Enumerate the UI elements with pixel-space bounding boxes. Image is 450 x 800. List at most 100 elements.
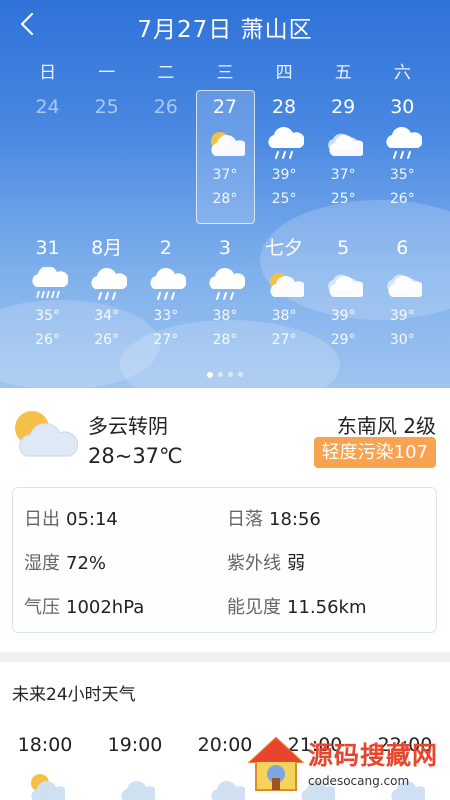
- low-temp: 27°: [271, 332, 297, 348]
- cloudy-icon: [95, 768, 175, 800]
- detail-label: 湿度: [24, 553, 60, 574]
- weekday-label: 二: [157, 63, 175, 83]
- header: 7月27日 萧山区: [0, 6, 450, 43]
- day-number: 26: [153, 96, 178, 118]
- hour-time: 19:00: [107, 734, 163, 756]
- day-number: 29: [331, 96, 356, 118]
- calendar-day[interactable]: 6 39° 30°: [373, 234, 432, 352]
- detail-label: 日出: [24, 509, 60, 530]
- humidity-detail: 湿度 72%: [24, 549, 106, 575]
- calendar-day[interactable]: 七夕 38° 27°: [255, 234, 314, 352]
- day-number: 七夕: [265, 237, 304, 259]
- page-indicator[interactable]: [0, 371, 450, 378]
- calendar-day[interactable]: 24: [18, 93, 77, 211]
- rain-icon: [373, 125, 432, 163]
- hourly-item[interactable]: 19:00: [95, 734, 175, 800]
- hourly-item[interactable]: 18:00: [5, 734, 85, 800]
- high-temp: 39°: [271, 167, 297, 183]
- watermark-url: codesocang.com: [308, 774, 410, 788]
- detail-value: 18:56: [269, 509, 321, 530]
- calendar-day[interactable]: 29 37° 25°: [314, 93, 373, 211]
- detail-value: 1002hPa: [66, 597, 145, 618]
- calendar-week-row: 24 25 26 27 37° 28° 28 39° 25° 29 37° 25° 30 35° 26°: [18, 93, 432, 211]
- day-number: 27: [212, 96, 238, 118]
- sunset-detail: 日落 18:56: [227, 505, 321, 531]
- partly-cloudy-icon: [255, 266, 314, 304]
- partly-cloudy-icon: [5, 768, 85, 800]
- uv-detail: 紫外线弱: [227, 549, 305, 575]
- low-temp: 28°: [212, 332, 238, 348]
- calendar-day[interactable]: 8月 34° 26°: [77, 234, 136, 352]
- calendar-day[interactable]: 28 39° 25°: [255, 93, 314, 211]
- calendar-week-row: 31 35° 26° 8月 34° 26° 2 33° 27° 3 38° 28° 七夕 38° 27° 5 3…: [18, 234, 432, 352]
- low-temp: 27°: [153, 332, 179, 348]
- page-dot: [238, 372, 243, 377]
- high-temp: 37°: [330, 167, 356, 183]
- condition-text: 多云转阴: [88, 414, 168, 438]
- rain-icon: [195, 266, 254, 304]
- low-temp: 25°: [271, 191, 297, 207]
- cloudy-icon: [373, 266, 432, 304]
- pressure-detail: 气压 1002hPa: [24, 593, 144, 619]
- sunrise-detail: 日出 05:14: [24, 505, 118, 531]
- detail-value: 11.56km: [287, 597, 367, 618]
- calendar-panel: 7月27日 萧山区 日 一 二 三 四 五 六 24 25 26 27 37° 28° 28…: [0, 0, 450, 388]
- day-number: 5: [337, 237, 350, 259]
- day-number: 8月: [91, 237, 123, 259]
- high-temp: 34°: [94, 308, 120, 324]
- day-number: 30: [390, 96, 415, 118]
- high-temp: 39°: [330, 308, 356, 324]
- day-number: 24: [35, 96, 60, 118]
- calendar-day[interactable]: 5 39° 29°: [314, 234, 373, 352]
- low-temp: 26°: [35, 332, 60, 348]
- detail-value: 05:14: [66, 509, 118, 530]
- detail-value: 弱: [287, 553, 305, 574]
- weekday-label: 四: [275, 63, 293, 83]
- detail-label: 日落: [227, 509, 263, 530]
- calendar-day[interactable]: 3 38° 28°: [195, 234, 254, 352]
- calendar-day[interactable]: 25: [77, 93, 136, 211]
- detail-label: 气压: [24, 597, 60, 618]
- page-dot: [218, 372, 223, 377]
- detail-label: 紫外线: [227, 553, 281, 574]
- high-temp: 38°: [271, 308, 297, 324]
- weather-details-card: 日出 05:14 日落 18:56 湿度 72% 紫外线弱 气压 1002hPa 能见度…: [12, 487, 437, 633]
- low-temp: 29°: [330, 332, 356, 348]
- day-number: 2: [159, 237, 172, 259]
- day-number: 6: [396, 237, 409, 259]
- weekday-header: 日 一 二 三 四 五 六: [18, 58, 432, 83]
- heavy-rain-icon: [18, 266, 77, 304]
- partly-cloudy-icon: [10, 406, 80, 462]
- calendar-day[interactable]: 27 37° 28°: [195, 93, 254, 211]
- page-dot-active: [207, 371, 213, 378]
- hour-time: 18:00: [17, 734, 73, 756]
- watermark-text: 源码搜藏网: [308, 741, 439, 770]
- calendar-day[interactable]: 30 35° 26°: [373, 93, 432, 211]
- section-divider: [0, 652, 450, 662]
- watermark: 源码搜藏网 codesocang.com: [246, 734, 446, 798]
- weekday-label: 日: [39, 63, 57, 83]
- weekday-label: 三: [216, 63, 234, 83]
- hourly-forecast-section: 未来24小时天气 18:00 19:00 20:00 21:00 22:00 源码搜藏网…: [0, 662, 450, 800]
- aqi-badge[interactable]: 轻度污染107: [313, 437, 436, 468]
- page-dot: [228, 372, 233, 377]
- section-title: 未来24小时天气: [12, 685, 136, 705]
- calendar-day[interactable]: 2 33° 27°: [136, 234, 195, 352]
- weekday-label: 五: [334, 63, 352, 83]
- weekday-label: 六: [393, 63, 411, 83]
- high-temp: 33°: [153, 308, 179, 324]
- cloudy-icon: [314, 266, 373, 304]
- rain-icon: [136, 266, 195, 304]
- high-temp: 35°: [389, 167, 415, 183]
- rain-icon: [255, 125, 314, 163]
- day-number: 31: [35, 237, 60, 259]
- high-temp: 38°: [212, 308, 238, 324]
- high-temp: 37°: [212, 167, 238, 183]
- low-temp: 25°: [330, 191, 356, 207]
- calendar-day[interactable]: 31 35° 26°: [18, 234, 77, 352]
- page-title: 7月27日 萧山区: [137, 17, 313, 43]
- calendar-day[interactable]: 26: [136, 93, 195, 211]
- wind-text: 东南风 2级: [336, 414, 436, 438]
- low-temp: 28°: [212, 191, 238, 207]
- rain-icon: [77, 266, 136, 304]
